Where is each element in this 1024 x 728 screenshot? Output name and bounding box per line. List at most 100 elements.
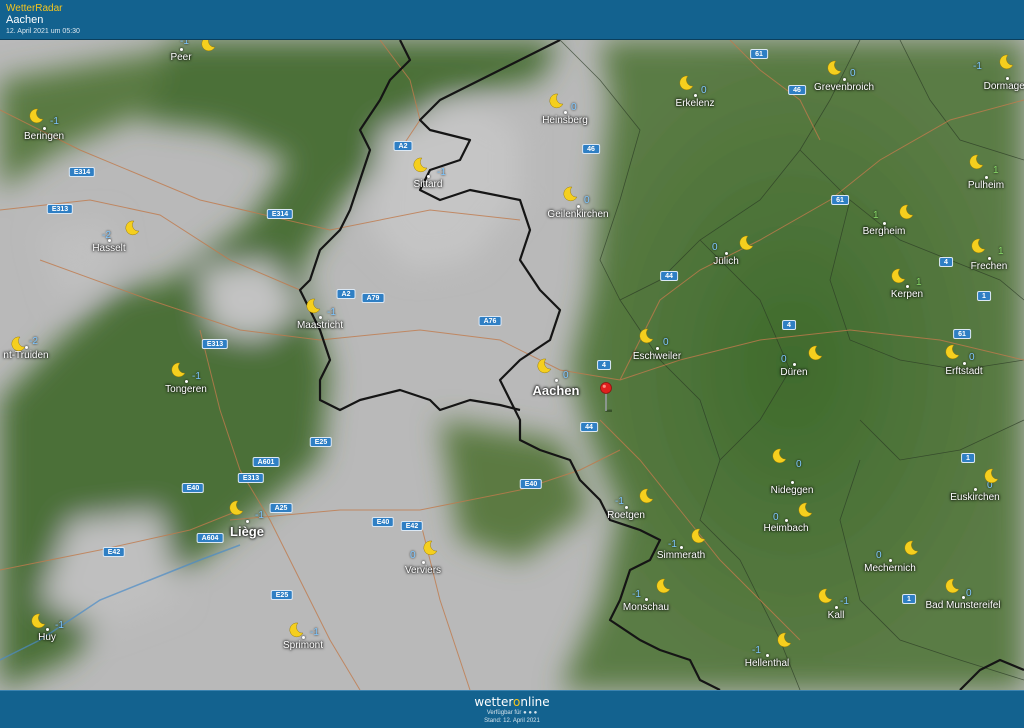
moon-icon	[798, 502, 813, 518]
city-dot	[694, 94, 697, 97]
city-temperature: -1	[973, 61, 982, 72]
city-temperature: 0	[781, 354, 787, 365]
moon-icon	[984, 468, 999, 484]
moon-icon	[818, 588, 833, 604]
road-shield: E40	[371, 517, 395, 527]
city-label[interactable]: Roetgen	[607, 510, 645, 521]
city-label[interactable]: Eschweiler	[633, 351, 681, 362]
road-shield: 61	[831, 195, 849, 205]
road-shield: E42	[102, 547, 126, 557]
weather-map[interactable]: Peer -1 Beringen -1 Hasselt -2 nt-Truiden -2 Ton…	[0, 40, 1024, 690]
moon-icon	[423, 540, 438, 556]
city-label[interactable]: Beringen	[24, 131, 64, 142]
moon-icon	[549, 93, 564, 109]
city-label[interactable]: Erftstadt	[945, 366, 982, 377]
moon-icon	[971, 238, 986, 254]
city-label[interactable]: Dormagen	[984, 81, 1024, 92]
road-shield: E25	[270, 590, 294, 600]
city-temperature: 0	[876, 550, 882, 561]
city-label[interactable]: Bad Munstereifel	[925, 600, 1000, 611]
road-shield: 46	[788, 85, 806, 95]
city-temperature: 0	[410, 550, 416, 561]
city-temperature: 1	[998, 246, 1004, 257]
city-temperature: 0	[663, 337, 669, 348]
city-label[interactable]: Kall	[828, 610, 845, 621]
city-label[interactable]: Grevenbroich	[814, 82, 874, 93]
city-label[interactable]: Mechernich	[864, 563, 916, 574]
city-temperature: -1	[437, 167, 446, 178]
city-label[interactable]: Huy	[38, 632, 56, 643]
city-dot	[766, 654, 769, 657]
city-label[interactable]: Aachen	[533, 383, 580, 398]
road-shield: E25	[309, 437, 333, 447]
city-temperature: -1	[255, 510, 264, 521]
city-label[interactable]: Verviers	[405, 565, 441, 576]
moon-icon	[945, 344, 960, 360]
city-dot	[791, 481, 794, 484]
city-label[interactable]: Liège	[230, 524, 264, 539]
moon-icon	[656, 578, 671, 594]
city-dot	[680, 546, 683, 549]
city-temperature: 0	[701, 85, 707, 96]
city-label[interactable]: Hasselt	[92, 243, 125, 254]
moon-icon	[891, 268, 906, 284]
city-dot	[988, 257, 991, 260]
city-dot	[319, 316, 322, 319]
city-dot	[555, 379, 558, 382]
city-label[interactable]: Pulheim	[968, 180, 1004, 191]
city-label[interactable]: Heinsberg	[542, 115, 588, 126]
city-dot	[974, 488, 977, 491]
moon-icon	[639, 488, 654, 504]
city-label[interactable]: Kerpen	[891, 289, 923, 300]
city-dot	[427, 175, 430, 178]
city-temperature: 0	[712, 242, 718, 253]
city-temperature: -1	[327, 307, 336, 318]
road-shield: A2	[393, 141, 413, 151]
brand-part-wetter: wetter	[474, 695, 514, 709]
city-label[interactable]: Sprimont	[283, 640, 323, 651]
city-label[interactable]: Geilenkirchen	[547, 209, 608, 220]
road-shield: 44	[660, 271, 678, 281]
moon-icon	[772, 448, 787, 464]
moon-icon	[739, 235, 754, 251]
city-temperature: 1	[916, 277, 922, 288]
city-label[interactable]: Heimbach	[763, 523, 808, 534]
road-shield: E40	[519, 479, 543, 489]
road-shield: 61	[750, 49, 768, 59]
city-label[interactable]: Jülich	[713, 256, 739, 267]
city-label[interactable]: Euskirchen	[950, 492, 999, 503]
moon-icon	[29, 108, 44, 124]
city-temperature: 0	[796, 459, 802, 470]
city-label[interactable]: Hellenthal	[745, 658, 789, 669]
city-dot	[725, 252, 728, 255]
city-label[interactable]: Simmerath	[657, 550, 705, 561]
city-dot	[46, 628, 49, 631]
moon-icon	[289, 622, 304, 638]
road-shield: E314	[68, 167, 96, 177]
city-label[interactable]: Maastricht	[297, 320, 343, 331]
map-base-layer	[0, 40, 1024, 690]
location-name: Aachen	[6, 14, 44, 26]
city-label[interactable]: Monschau	[623, 602, 669, 613]
brand-logo[interactable]: wetteronline	[0, 695, 1024, 709]
moon-icon	[808, 345, 823, 361]
city-temperature: 0	[584, 195, 590, 206]
city-label[interactable]: Düren	[780, 367, 807, 378]
moon-icon	[899, 204, 914, 220]
road-shield: E40	[181, 483, 205, 493]
moon-icon	[125, 220, 140, 236]
city-label[interactable]: Bergheim	[863, 226, 906, 237]
location-pin-icon[interactable]	[600, 382, 612, 412]
city-label[interactable]: Nideggen	[771, 485, 814, 496]
city-dot	[883, 222, 886, 225]
city-dot	[645, 598, 648, 601]
road-shield: 4	[597, 360, 611, 370]
city-dot	[246, 520, 249, 523]
city-temperature: -1	[180, 40, 189, 47]
city-label[interactable]: Sittard	[414, 179, 443, 190]
city-label[interactable]: Frechen	[971, 261, 1008, 272]
city-label[interactable]: Erkelenz	[676, 98, 715, 109]
city-label[interactable]: Tongeren	[165, 384, 207, 395]
road-shield: A604	[196, 533, 224, 543]
city-label[interactable]: Peer	[170, 52, 191, 63]
